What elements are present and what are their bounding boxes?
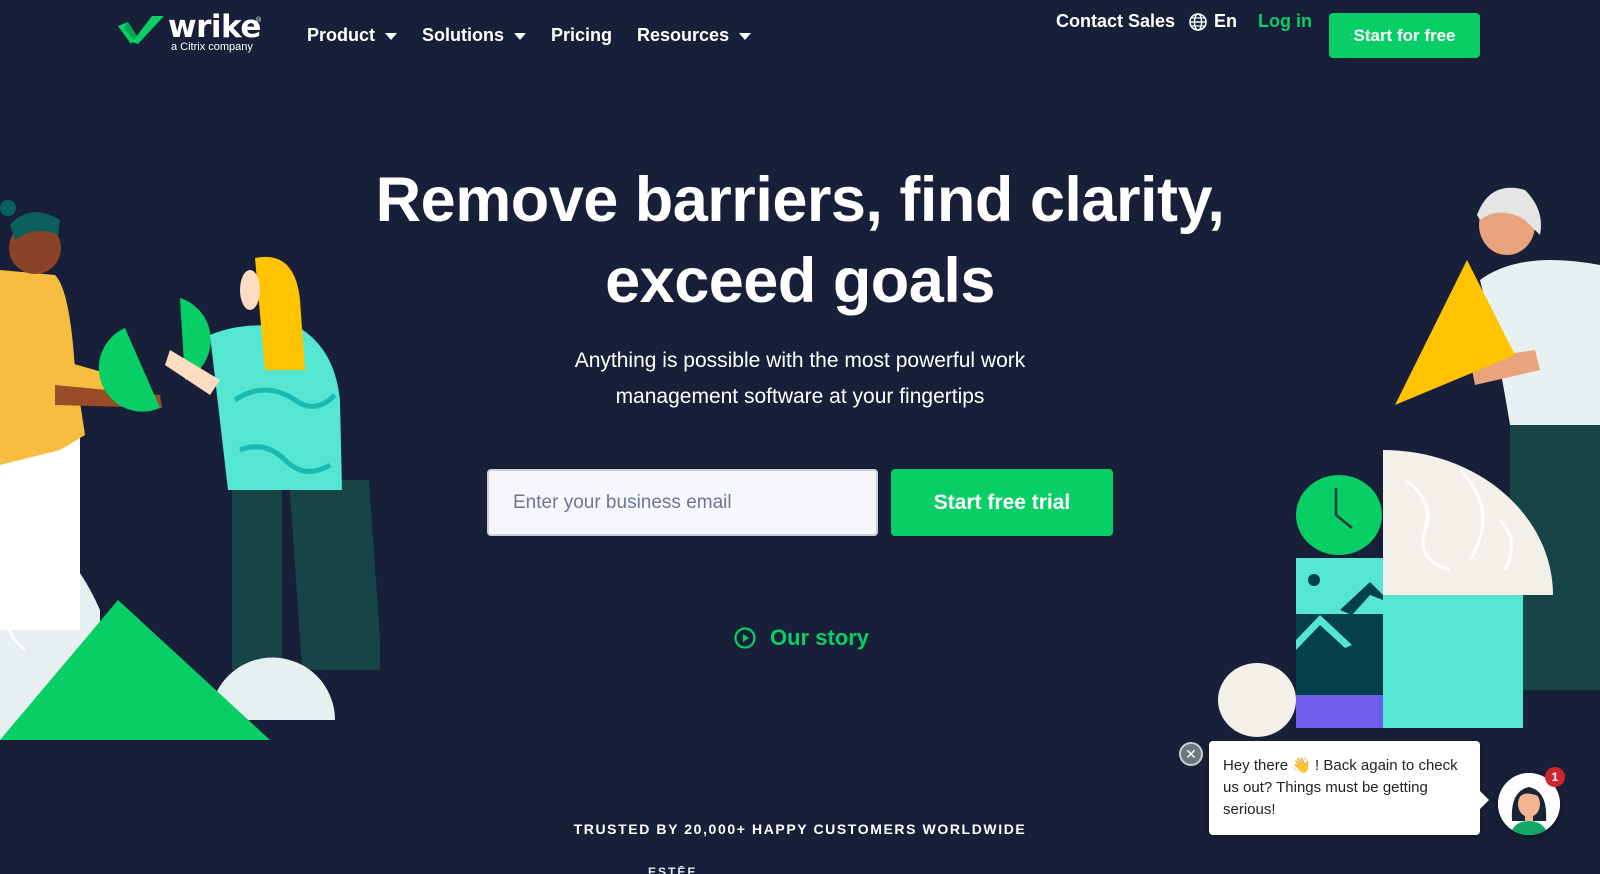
play-circle-icon <box>734 627 756 649</box>
start-for-free-button[interactable]: Start for free <box>1329 13 1480 58</box>
chat-message-text: Hey there 👋 ! Back again to check us out… <box>1223 757 1458 818</box>
chat-notification-badge: 1 <box>1545 767 1565 787</box>
logo-wordmark: wrike <box>168 9 261 45</box>
hero-title-line-2: exceed goals <box>605 246 995 316</box>
contact-sales-link[interactable]: Contact Sales <box>1056 11 1175 32</box>
language-label: En <box>1214 11 1238 31</box>
hero-subtitle-line-2: management software at your fingertips <box>615 385 985 408</box>
top-navigation: wrike ® a Citrix company Product Solutio… <box>0 0 1600 70</box>
close-icon: ✕ <box>1185 746 1197 762</box>
wrike-check-icon <box>118 16 164 44</box>
menu-item-label: Resources <box>637 24 730 45</box>
menu-item-label: Pricing <box>551 24 613 45</box>
start-free-trial-button[interactable]: Start free trial <box>891 469 1113 536</box>
customer-logo-partial: ESTĒE <box>648 866 698 874</box>
main-menu: Product Solutions Pricing Resources <box>307 22 776 48</box>
logo-registered-mark: ® <box>256 17 262 24</box>
hero-subtitle-line-1: Anything is possible with the most power… <box>574 349 1026 372</box>
logo-subtitle: a Citrix company <box>171 41 253 53</box>
menu-item-solutions[interactable]: Solutions <box>422 24 527 46</box>
chevron-down-icon <box>514 32 527 40</box>
chevron-down-icon <box>385 32 398 40</box>
menu-item-pricing[interactable]: Pricing <box>551 25 612 46</box>
login-link[interactable]: Log in <box>1258 11 1312 32</box>
language-selector[interactable]: En <box>1189 11 1237 32</box>
hero-subtitle: Anything is possible with the most power… <box>0 343 1600 415</box>
chat-message-bubble[interactable]: Hey there 👋 ! Back again to check us out… <box>1209 741 1489 835</box>
business-email-input[interactable] <box>487 469 878 536</box>
menu-item-label: Product <box>307 24 376 45</box>
menu-item-resources[interactable]: Resources <box>637 24 752 46</box>
chevron-down-icon <box>739 32 752 40</box>
globe-icon <box>1189 12 1207 31</box>
wrike-logo[interactable]: wrike ® a Citrix company <box>118 9 263 55</box>
menu-item-label: Solutions <box>422 24 505 45</box>
menu-item-product[interactable]: Product <box>307 24 398 46</box>
hero-title: Remove barriers, find clarity, exceed go… <box>0 160 1600 322</box>
chat-close-button[interactable]: ✕ <box>1179 742 1203 766</box>
hero-title-line-1: Remove barriers, find clarity, <box>375 165 1225 235</box>
our-story-link[interactable]: Our story <box>734 625 869 651</box>
our-story-label: Our story <box>770 625 870 650</box>
